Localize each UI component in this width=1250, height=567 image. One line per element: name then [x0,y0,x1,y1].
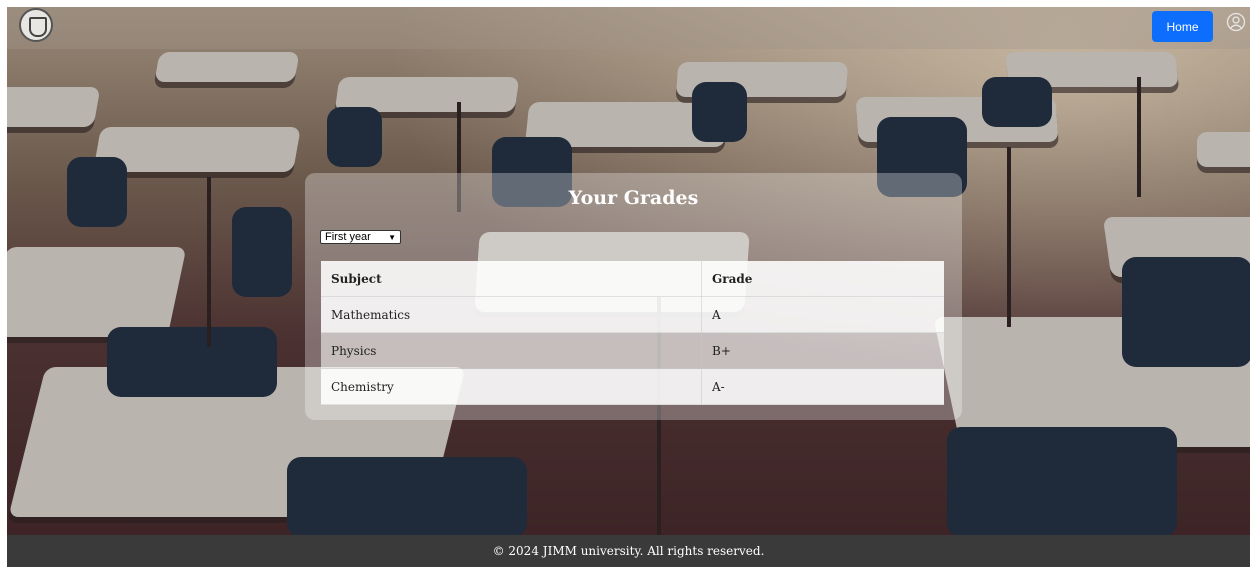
table-row: Mathematics A [321,296,944,333]
footer-copyright: © 2024 JIMM university. All rights reser… [492,544,765,558]
year-select[interactable]: First year ▼ [320,230,401,244]
user-circle-icon[interactable] [1226,12,1246,32]
table-row: Chemistry A- [321,368,944,405]
subject-cell: Mathematics [321,296,702,333]
home-button[interactable]: Home [1152,11,1213,42]
subject-cell: Chemistry [321,368,702,405]
grades-title: Your Grades [568,187,699,209]
year-select-value: First year [325,231,371,243]
top-navbar: Home [7,7,1250,49]
grade-cell: A- [701,368,944,405]
column-header-grade: Grade [701,261,944,297]
column-header-subject: Subject [321,261,702,297]
page-viewport: Home Your Grades First year ▼ Subject Gr… [7,7,1250,567]
grade-cell: A [701,296,944,333]
table-row: Physics B+ [321,332,944,369]
subject-cell: Physics [321,332,702,369]
chevron-down-icon: ▼ [388,232,396,242]
grades-table: Subject Grade Mathematics A Physics B+ C… [321,261,944,405]
table-header-row: Subject Grade [321,261,944,297]
grades-card: Your Grades First year ▼ Subject Grade M… [305,173,962,420]
page-footer: © 2024 JIMM university. All rights reser… [7,535,1250,567]
university-logo[interactable] [19,8,53,42]
grade-cell: B+ [701,332,944,369]
